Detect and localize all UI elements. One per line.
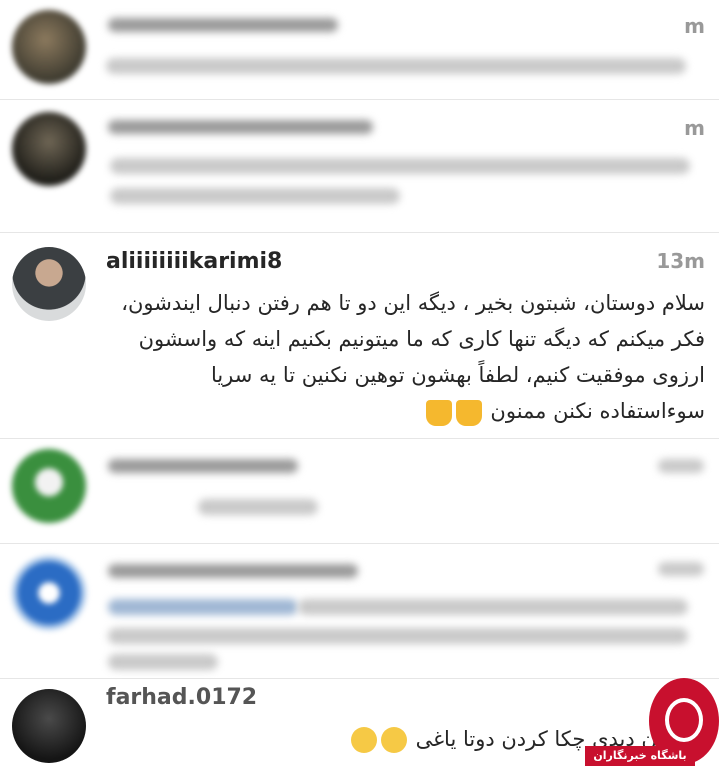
blurred-time: [658, 562, 704, 576]
blurred-comment-text: [108, 628, 688, 644]
comment-row-blurred-3: [0, 439, 719, 544]
blurred-mention: [108, 599, 298, 615]
watermark-text: باشگاه خبرنگاران: [585, 746, 695, 766]
comment-text: سلام دوستان، شبتون بخیر ، دیگه این دو تا…: [100, 285, 705, 430]
blurred-username: [108, 120, 373, 134]
comment-row: aliiiiiiiikarimi8 13m سلام دوستان، شبتون…: [0, 233, 719, 439]
blurred-username: [108, 564, 358, 578]
comment-row-blurred-4: [0, 544, 719, 679]
blurred-comment-text: [108, 654, 218, 670]
comment-body: سلام دوستان، شبتون بخیر ، دیگه این دو تا…: [121, 291, 705, 423]
comment-username[interactable]: aliiiiiiiikarimi8: [106, 249, 282, 274]
avatar[interactable]: [12, 449, 86, 523]
blurred-username: [108, 18, 338, 32]
blurred-time: [658, 459, 704, 473]
blurred-comment-text: [110, 158, 690, 174]
comment-row-blurred-2: m: [0, 100, 719, 233]
comment-username[interactable]: farhad.0172: [106, 685, 257, 710]
avatar[interactable]: [12, 112, 86, 186]
blurred-comment-text: [106, 58, 686, 74]
avatar[interactable]: [12, 689, 86, 763]
blurred-comment-text: [298, 599, 688, 615]
comment-time: m: [684, 116, 705, 140]
pensive-face-icon: [349, 721, 409, 757]
comment-row-blurred-1: m: [0, 0, 719, 100]
folded-hands-icon: [424, 394, 484, 430]
watermark-logo: باشگاه خبرنگاران: [585, 678, 719, 766]
avatar[interactable]: [12, 247, 86, 321]
blurred-username: [108, 459, 298, 473]
blurred-comment-text: [110, 188, 400, 204]
avatar[interactable]: [12, 556, 86, 630]
comment-time: m: [684, 14, 705, 38]
blurred-comment-text: [198, 499, 318, 515]
avatar[interactable]: [12, 10, 86, 84]
comment-time: 13m: [656, 249, 705, 273]
